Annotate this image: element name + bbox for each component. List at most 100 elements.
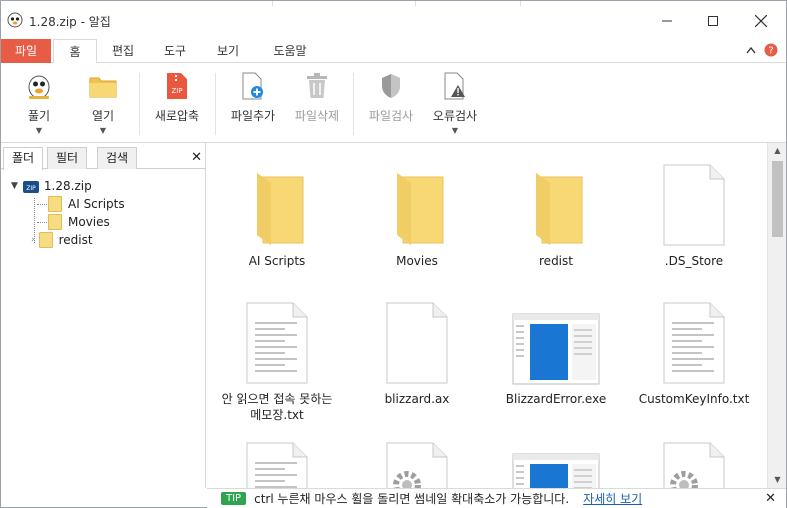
maximize-button[interactable] <box>690 6 736 36</box>
zip-file-icon: ZIP <box>162 71 192 101</box>
scan-file-label: 파일검사 <box>368 109 414 123</box>
close-window-button[interactable] <box>738 6 784 36</box>
file-item[interactable]: Movies <box>352 151 482 269</box>
file-item[interactable]: redist <box>491 151 621 269</box>
extract-label: 풀기 <box>27 109 51 123</box>
tab-home[interactable]: 홈 <box>53 39 97 64</box>
delete-file-label: 파일삭제 <box>294 109 340 123</box>
help-icon[interactable]: ? <box>764 43 778 57</box>
text-file-icon <box>629 289 759 385</box>
expand-arrow-icon[interactable]: › <box>31 231 35 249</box>
maximize-icon <box>708 16 718 26</box>
vertical-scrollbar[interactable]: ▲ ▼ <box>767 143 786 488</box>
settings-file-icon <box>629 429 759 488</box>
tab-tools[interactable]: 도구 <box>151 39 199 63</box>
tip-badge: TIP <box>221 492 247 505</box>
tab-view[interactable]: 보기 <box>204 39 252 63</box>
alzip-logo-icon <box>7 12 23 28</box>
scroll-up-icon[interactable]: ▲ <box>768 143 787 159</box>
close-pane-icon[interactable]: ✕ <box>191 150 202 165</box>
ribbon-controls: ? <box>746 43 778 57</box>
dropdown-caret-icon: ▼ <box>35 126 43 135</box>
title-bar: 1.28.zip - 알집 <box>1 1 786 39</box>
background-window-edge <box>201 1 273 6</box>
tree-root[interactable]: ▼ ZIP 1.28.zip <box>11 177 92 195</box>
extract-icon <box>24 71 54 101</box>
new-archive-label: 새로압축 <box>154 109 200 123</box>
settings-file-icon <box>352 429 482 488</box>
add-file-label: 파일추가 <box>230 109 276 123</box>
tree-item-ai-scripts[interactable]: AI Scripts <box>37 195 125 213</box>
text-file-icon <box>212 429 342 488</box>
expand-arrow-icon[interactable]: ▼ <box>11 177 18 195</box>
tab-filter[interactable]: 필터 <box>47 147 88 169</box>
trash-icon <box>302 71 332 101</box>
scroll-thumb[interactable] <box>772 161 783 237</box>
svg-text:?: ? <box>768 46 773 57</box>
file-item[interactable]: AI Scripts <box>212 151 342 269</box>
file-item[interactable] <box>212 429 342 488</box>
folder-icon <box>48 214 62 230</box>
folder-pane: 폴더 필터 검색 ✕ ▼ ZIP 1.28.zip AI Scripts Mov… <box>1 143 206 488</box>
tree-item-redist[interactable]: › redist <box>31 231 93 249</box>
window-title: 1.28.zip - 알집 <box>29 15 111 29</box>
ribbon-separator <box>139 73 140 135</box>
tab-folder[interactable]: 폴더 <box>3 147 44 170</box>
file-icon <box>629 151 759 247</box>
tree-item-movies[interactable]: Movies <box>37 213 110 231</box>
tree-root-label: 1.28.zip <box>43 179 92 193</box>
file-name: BlizzardError.exe <box>505 392 607 406</box>
extract-button[interactable]: 풀기 ▼ <box>9 71 69 139</box>
tab-file[interactable]: 파일 <box>1 39 51 63</box>
ribbon-separator <box>353 73 354 135</box>
file-item[interactable]: CustomKeyInfo.txt <box>629 289 759 407</box>
app-window: 1.28.zip - 알집 파일 홈 편집 도구 보기 도움말 ? 풀기 ▼ 열… <box>0 0 787 508</box>
tab-search[interactable]: 검색 <box>97 147 138 169</box>
dropdown-caret-icon: ▼ <box>99 126 107 135</box>
open-label: 열기 <box>91 109 115 123</box>
background-window-edge <box>301 1 416 6</box>
error-check-button[interactable]: 오류검사 ▼ <box>425 71 485 139</box>
exe-file-icon <box>491 289 621 385</box>
file-name: blizzard.ax <box>384 392 450 406</box>
text-file-icon <box>212 289 342 385</box>
file-name: Movies <box>396 254 438 268</box>
error-check-label: 오류검사 <box>432 109 478 123</box>
file-item[interactable] <box>352 429 482 488</box>
close-tip-icon[interactable]: ✕ <box>765 491 776 506</box>
left-pane-tabs: 폴더 필터 검색 ✕ <box>1 147 206 170</box>
file-name: CustomKeyInfo.txt <box>638 392 750 406</box>
tab-help[interactable]: 도움말 <box>261 39 319 63</box>
open-folder-icon <box>88 71 118 101</box>
file-item[interactable] <box>491 429 621 488</box>
tab-edit[interactable]: 편집 <box>99 39 147 63</box>
tree-item-label: redist <box>58 233 93 247</box>
add-file-button[interactable]: 파일추가 <box>223 71 283 139</box>
scroll-down-icon[interactable]: ▼ <box>768 472 787 488</box>
tip-details-link[interactable]: 자세히 보기 <box>583 490 642 507</box>
folder-icon <box>212 151 342 247</box>
new-archive-button[interactable]: ZIP 새로압축 <box>147 71 207 139</box>
file-item[interactable]: 안 읽으면 접속 못하는 메모장.txt <box>212 289 342 423</box>
ribbon-toolbar: 풀기 ▼ 열기 ▼ ZIP 새로압축 파일추가 파일삭제 파일검사 오류검사 ▼ <box>1 63 786 143</box>
folder-icon <box>491 151 621 247</box>
file-name: redist <box>539 254 573 268</box>
ribbon-tab-bar: 파일 홈 편집 도구 보기 도움말 ? <box>1 39 786 64</box>
file-item[interactable] <box>629 429 759 488</box>
file-item[interactable]: blizzard.ax <box>352 289 482 407</box>
scan-file-button[interactable]: 파일검사 <box>361 71 421 139</box>
minimize-button[interactable] <box>644 6 690 36</box>
shield-icon <box>376 71 406 101</box>
collapse-ribbon-icon[interactable] <box>746 46 756 54</box>
dropdown-caret-icon: ▼ <box>451 126 459 135</box>
file-item[interactable]: BlizzardError.exe <box>491 289 621 407</box>
tip-bar: TIP ctrl 누른채 마우스 휠을 돌리면 썸네일 확대축소가 가능합니다.… <box>207 488 786 508</box>
close-icon <box>755 15 767 27</box>
file-item[interactable]: .DS_Store <box>629 151 759 269</box>
exe-file-icon <box>491 429 621 488</box>
minimize-icon <box>662 20 672 22</box>
delete-file-button[interactable]: 파일삭제 <box>287 71 347 139</box>
svg-text:ZIP: ZIP <box>26 185 36 192</box>
open-button[interactable]: 열기 ▼ <box>73 71 133 139</box>
zip-archive-icon: ZIP <box>22 181 39 193</box>
